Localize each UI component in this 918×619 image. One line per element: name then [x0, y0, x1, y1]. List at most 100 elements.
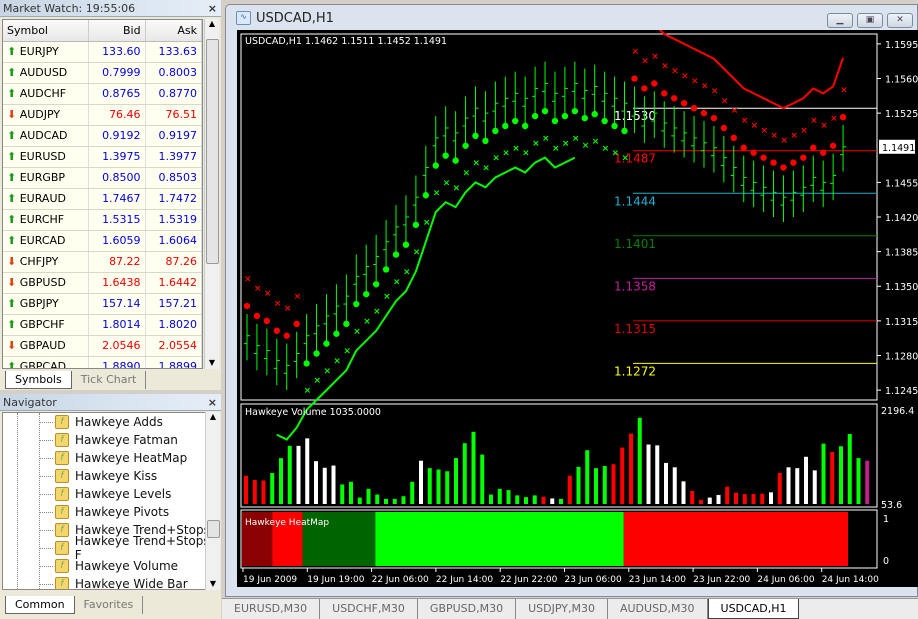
- table-row[interactable]: ⬆ GBPCHF 1.8014 1.8020: [3, 315, 202, 336]
- symbol-cell: ⬇ CHFJPY: [3, 252, 90, 272]
- tab-symbols[interactable]: Symbols: [5, 371, 72, 389]
- navigator-item[interactable]: f Hawkeye Kiss: [39, 467, 157, 485]
- volume-bar: [427, 468, 432, 504]
- volume-bar: [821, 443, 826, 504]
- scroll-down-icon[interactable]: ▼: [206, 579, 220, 588]
- volume-bar: [515, 495, 520, 504]
- chart-tab[interactable]: AUDUSD,M30: [608, 599, 708, 619]
- chart-tab[interactable]: EURUSD,M30: [222, 599, 321, 619]
- navigator-item[interactable]: f Hawkeye HeatMap: [39, 449, 187, 467]
- heatmap-segment: [623, 512, 848, 566]
- market-watch-table: Symbol Bid Ask ⬆ EURJPY 133.60 133.63 ⬆ AUD…: [2, 19, 203, 369]
- volume-bar: [366, 488, 371, 504]
- table-row[interactable]: ⬆ AUDUSD 0.7999 0.8003: [3, 63, 202, 84]
- volume-bar: [681, 481, 686, 504]
- table-row[interactable]: ⬇ GBPUSD 1.6438 1.6442: [3, 273, 202, 294]
- stop-dot: [819, 149, 827, 156]
- tab-tick-chart[interactable]: Tick Chart: [72, 371, 147, 389]
- chart-tab[interactable]: USDJPY,M30: [516, 599, 608, 619]
- table-row[interactable]: ⬆ GBPJPY 157.14 157.21: [3, 294, 202, 315]
- volume-bar: [550, 498, 555, 504]
- minimize-button[interactable]: ▁: [827, 13, 853, 28]
- column-ask[interactable]: Ask: [146, 20, 202, 41]
- volume-bar: [672, 467, 677, 504]
- table-row[interactable]: ⬇ GBPAUD 2.0546 2.0554: [3, 336, 202, 357]
- volume-bar: [419, 460, 423, 504]
- indicator-icon: f: [55, 469, 69, 483]
- navigator-item[interactable]: f Hawkeye Adds: [39, 413, 163, 431]
- navigator-item[interactable]: f Hawkeye Wide Bar: [39, 575, 188, 589]
- scroll-thumb[interactable]: [207, 520, 220, 538]
- stop-dot: [551, 117, 559, 125]
- table-row[interactable]: ⬇ CHFJPY 87.22 87.26: [3, 252, 202, 273]
- trend-marker: ×: [602, 144, 610, 154]
- navigator-item[interactable]: f Hawkeye Trend+Stops F: [39, 534, 219, 562]
- ask-cell: 1.8899: [146, 357, 202, 368]
- navigator-item[interactable]: f Hawkeye Fatman: [39, 431, 178, 449]
- navigator-item[interactable]: f Hawkeye Volume: [39, 557, 179, 575]
- symbol-name: AUDUSD: [19, 66, 68, 79]
- table-row[interactable]: ⬆ AUDCAD 0.9192 0.9197: [3, 126, 202, 147]
- volume-bar: [462, 443, 467, 504]
- stop-dot: [293, 320, 300, 328]
- scroll-down-icon[interactable]: ▼: [205, 358, 219, 367]
- volume-bar: [392, 498, 397, 504]
- indicator-icon: f: [55, 577, 69, 589]
- stop-dot: [452, 157, 459, 164]
- market-watch-scrollbar[interactable]: ▲ ▼: [204, 19, 219, 369]
- arrow-down-icon: ⬇: [7, 276, 17, 289]
- bid-cell: 133.60: [89, 42, 146, 62]
- table-row[interactable]: ⬆ EURJPY 133.60 133.63: [3, 42, 202, 63]
- table-row[interactable]: ⬆ AUDCHF 0.8765 0.8770: [3, 84, 202, 105]
- tab-favorites[interactable]: Favorites: [75, 596, 144, 614]
- restore-button[interactable]: ▣: [857, 13, 883, 28]
- trend-marker: ×: [413, 248, 421, 258]
- table-row[interactable]: ⬆ EURGBP 0.8500 0.8503: [3, 168, 202, 189]
- table-row[interactable]: ⬆ EURCHF 1.5315 1.5319: [3, 210, 202, 231]
- scroll-up-icon[interactable]: ▲: [206, 412, 220, 421]
- stop-dot: [541, 107, 549, 115]
- table-row[interactable]: ⬆ EURAUD 1.7467 1.7472: [3, 189, 202, 210]
- time-tick-label: 22 Jun 14:00: [436, 575, 493, 585]
- table-row[interactable]: ⬇ AUDJPY 76.46 76.51: [3, 105, 202, 126]
- navigator-item[interactable]: f Hawkeye Levels: [39, 485, 171, 503]
- navigator-item-label: Hawkeye Volume: [75, 559, 179, 573]
- trend-marker: ×: [810, 116, 818, 126]
- table-row[interactable]: ⬆ GBPCAD 1.8890 1.8899: [3, 357, 202, 368]
- bid-cell: 0.8500: [89, 168, 146, 188]
- close-button[interactable]: ✕: [887, 13, 913, 28]
- bid-cell: 0.7999: [89, 63, 146, 83]
- trend-marker: ×: [612, 149, 620, 159]
- chart-tab[interactable]: USDCHF,M30: [320, 599, 418, 619]
- trend-marker: ×: [502, 149, 510, 159]
- close-icon[interactable]: ×: [208, 0, 217, 17]
- volume-bar: [541, 496, 546, 504]
- trend-marker: ×: [761, 126, 769, 136]
- volume-bar: [489, 494, 493, 504]
- scroll-up-icon[interactable]: ▲: [205, 19, 219, 28]
- scroll-thumb[interactable]: [206, 39, 219, 264]
- close-icon[interactable]: ×: [208, 394, 217, 411]
- chart-plot-area[interactable]: 1.1530 1.1487 1.1444 1.1401 1.1358 1.1315 1.12…: [237, 22, 918, 587]
- tab-common[interactable]: Common: [5, 596, 75, 614]
- stop-dot: [402, 241, 410, 248]
- chart-tab[interactable]: USDCAD,H1: [707, 599, 800, 619]
- symbol-name: CHFJPY: [19, 255, 59, 268]
- chart-tab[interactable]: GBPUSD,M30: [418, 599, 517, 619]
- navigator-tabs: Common Favorites: [5, 596, 144, 614]
- column-symbol[interactable]: Symbol: [3, 20, 90, 41]
- table-row[interactable]: ⬆ EURUSD 1.3975 1.3977: [3, 147, 202, 168]
- table-row[interactable]: ⬆ EURCAD 1.6059 1.6064: [3, 231, 202, 252]
- price-tick-label: 1.1420: [885, 213, 918, 224]
- stop-dot: [760, 154, 767, 161]
- symbol-name: EURGBP: [19, 171, 66, 184]
- stop-dot: [253, 312, 261, 320]
- navigator-scrollbar[interactable]: ▲ ▼: [205, 412, 220, 590]
- ask-cell: 0.8003: [146, 63, 202, 83]
- trend-marker: ×: [532, 139, 540, 149]
- navigator-title: Navigator ×: [0, 394, 221, 411]
- navigator-item[interactable]: f Hawkeye Pivots: [39, 503, 169, 521]
- market-watch-title: Market Watch: 19:55:06 ×: [0, 0, 221, 17]
- column-bid[interactable]: Bid: [89, 20, 146, 41]
- chart-svg[interactable]: 1.1530 1.1487 1.1444 1.1401 1.1358 1.1315 1.12…: [237, 22, 918, 587]
